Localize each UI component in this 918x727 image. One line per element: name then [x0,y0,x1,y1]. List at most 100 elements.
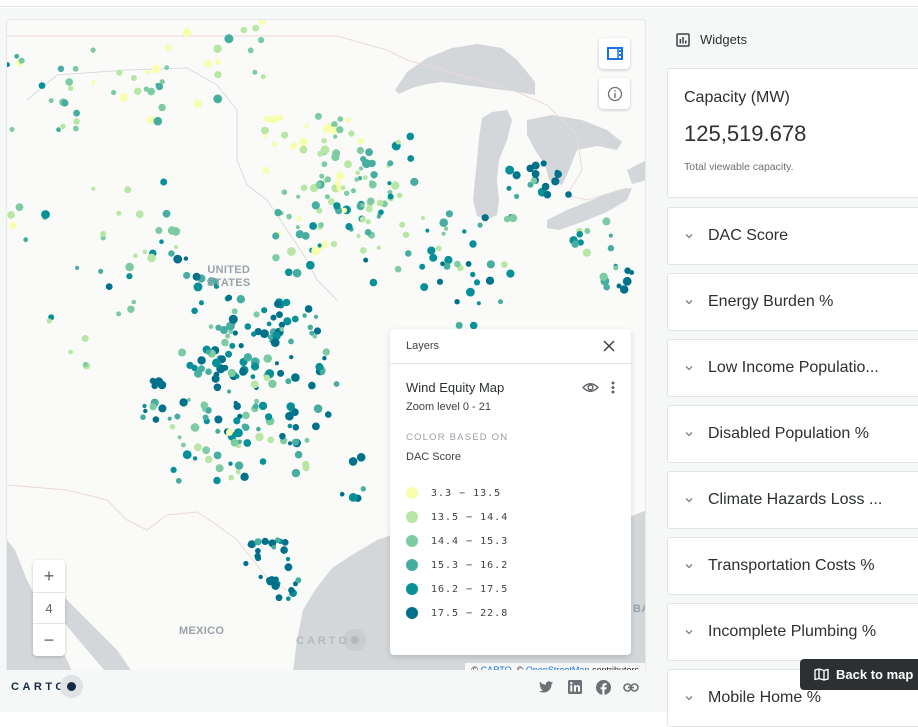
wind-farm-point[interactable] [225,333,231,339]
wind-farm-point[interactable] [280,546,288,554]
zoom-in-button[interactable]: + [33,560,65,592]
wind-farm-point[interactable] [82,362,88,367]
wind-farm-point[interactable] [622,276,632,286]
wind-farm-point[interactable] [274,300,282,308]
wind-farm-point[interactable] [576,231,583,238]
wind-farm-point[interactable] [427,246,436,255]
wind-farm-point[interactable] [290,142,298,150]
wind-farm-point[interactable] [68,349,74,355]
wind-farm-point[interactable] [324,194,330,200]
wind-farm-point[interactable] [299,145,308,154]
wind-farm-point[interactable] [365,219,371,225]
wind-farm-point[interactable] [198,300,204,306]
wind-farm-point[interactable] [240,26,248,34]
wind-farm-point[interactable] [363,257,369,263]
wind-farm-point[interactable] [514,193,520,199]
wind-farm-point[interactable] [348,457,358,466]
wind-farm-point[interactable] [238,343,244,349]
wind-farm-point[interactable] [294,450,303,459]
wind-farm-point[interactable] [336,171,345,181]
wind-farm-point[interactable] [308,381,316,390]
wind-farm-point[interactable] [81,335,89,342]
wind-farm-point[interactable] [233,400,238,405]
wind-farm-point[interactable] [420,216,425,221]
wind-farm-point[interactable] [506,269,515,278]
wind-farm-point[interactable] [313,327,322,335]
wind-farm-point[interactable] [91,186,96,191]
wind-farm-point[interactable] [285,378,292,385]
wind-farm-point[interactable] [313,314,319,319]
wind-farm-point[interactable] [244,323,252,330]
wind-farm-point[interactable] [204,455,213,464]
wind-farm-point[interactable] [613,265,619,271]
wind-farm-point[interactable] [481,214,489,222]
wind-farm-point[interactable] [164,44,172,52]
wind-farm-point[interactable] [317,150,324,157]
wind-farm-point[interactable] [441,231,446,236]
wind-farm-point[interactable] [183,271,191,280]
wind-farm-point[interactable] [445,210,453,218]
wind-farm-point[interactable] [194,369,203,378]
wind-farm-point[interactable] [202,414,209,421]
wind-farm-point[interactable] [116,311,122,317]
wind-farm-point[interactable] [444,226,449,231]
wind-farm-point[interactable] [232,330,238,336]
wind-farm-point[interactable] [419,263,426,270]
wind-farm-point[interactable] [286,596,291,601]
wind-farm-point[interactable] [344,190,350,196]
wind-farm-point[interactable] [205,368,212,376]
wind-farm-point[interactable] [215,324,222,331]
wind-farm-point[interactable] [378,209,384,215]
wind-farm-point[interactable] [331,152,340,162]
wind-farm-point[interactable] [159,239,164,244]
wind-farm-point[interactable] [224,342,229,347]
wind-farm-point[interactable] [289,355,294,360]
wind-farm-point[interactable] [100,230,107,238]
wind-farm-point[interactable] [295,577,302,584]
wind-farm-point[interactable] [65,78,73,86]
wind-farm-point[interactable] [296,194,301,199]
wind-farm-point[interactable] [291,315,299,323]
wind-farm-point[interactable] [228,314,238,324]
wind-farm-point[interactable] [314,112,322,120]
wind-farm-point[interactable] [48,98,54,104]
wind-farm-point[interactable] [235,469,241,475]
wind-farm-point[interactable] [147,87,155,96]
wind-farm-point[interactable] [476,301,481,306]
wind-farm-point[interactable] [272,232,280,240]
wind-farm-point[interactable] [554,170,562,178]
wind-farm-point[interactable] [143,408,148,414]
wind-farm-point[interactable] [111,89,117,96]
wind-farm-point[interactable] [324,176,331,183]
wind-farm-point[interactable] [387,160,394,167]
wind-farm-point[interactable] [397,192,403,199]
wind-farm-point[interactable] [410,177,419,186]
wind-farm-point[interactable] [340,185,346,191]
wind-farm-point[interactable] [140,414,146,421]
wind-farm-point[interactable] [311,201,320,210]
wind-farm-point[interactable] [284,563,293,572]
wind-farm-point[interactable] [167,416,172,421]
wind-farm-point[interactable] [234,461,244,470]
wind-farm-point[interactable] [250,362,260,371]
wind-farm-point[interactable] [599,272,608,281]
wind-farm-point[interactable] [191,307,198,315]
wind-farm-point[interactable] [162,209,171,218]
wind-farm-point[interactable] [285,556,291,562]
wind-farm-point[interactable] [359,166,363,171]
wind-farm-point[interactable] [61,99,69,107]
wind-farm-point[interactable] [629,270,635,275]
wind-farm-point[interactable] [287,441,293,446]
wind-farm-point[interactable] [214,58,221,65]
wind-farm-point[interactable] [359,216,366,223]
wind-farm-point[interactable] [286,213,292,220]
wind-farm-point[interactable] [133,253,138,258]
wind-farm-point[interactable] [261,307,268,314]
wind-farm-point[interactable] [240,472,249,481]
wind-farm-point[interactable] [319,369,326,375]
wind-farm-point[interactable] [348,130,355,137]
wind-farm-point[interactable] [360,203,365,208]
wind-farm-point[interactable] [225,350,233,358]
wind-farm-point[interactable] [253,311,260,318]
wind-farm-point[interactable] [365,148,373,157]
